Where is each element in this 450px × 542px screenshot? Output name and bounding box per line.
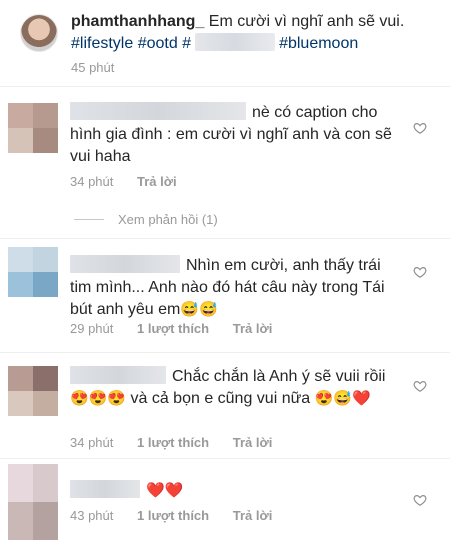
comment-time: 34 phút bbox=[70, 435, 114, 450]
comment-emoji: ❤️❤️ bbox=[146, 482, 184, 499]
heart-outline-icon[interactable] bbox=[413, 121, 427, 135]
comment-body-continued: và cả bọn e cũng vui nữa bbox=[130, 390, 311, 407]
poster-username[interactable]: phamthanhhang_ bbox=[71, 13, 204, 30]
reply-button[interactable]: Trả lời bbox=[137, 174, 177, 189]
reply-button[interactable]: Trả lời bbox=[233, 435, 273, 450]
comment-item: Nhìn em cười, anh thấy trái tim mình... … bbox=[0, 244, 450, 344]
caption-text: phamthanhhang_ Em cười vì nghĩ anh sẽ vu… bbox=[71, 11, 431, 55]
heart-outline-icon[interactable] bbox=[413, 379, 427, 393]
caption-hashtags[interactable]: #lifestyle #ootd # bbox=[71, 35, 191, 52]
commenter-name-blurred[interactable] bbox=[70, 480, 140, 498]
commenter-name-blurred[interactable] bbox=[70, 102, 246, 120]
comment-text-line: nè có caption bbox=[252, 104, 348, 121]
comment-time: 34 phút bbox=[70, 174, 114, 189]
caption-timestamp: 45 phút bbox=[71, 60, 115, 75]
caption-hashtag-bluemoon[interactable]: #bluemoon bbox=[279, 35, 358, 52]
comment-meta: 34 phút Trả lời bbox=[70, 174, 197, 189]
divider bbox=[0, 86, 450, 87]
comment-body: Chắc chắn là Anh ý sẽ vuii rồii bbox=[172, 368, 386, 385]
comment-item: ❤️❤️ 43 phút 1 lượt thích Trả lời bbox=[0, 462, 450, 542]
commenter-avatar[interactable] bbox=[8, 464, 58, 540]
divider bbox=[0, 458, 450, 459]
caption-body: Em cười vì nghĩ anh sẽ vui. bbox=[208, 13, 405, 30]
comment-text: ❤️❤️ bbox=[70, 480, 400, 502]
comment-emoji: 😍😍😍 bbox=[70, 390, 127, 407]
caption-block: phamthanhhang_ Em cười vì nghĩ anh sẽ vu… bbox=[0, 0, 450, 86]
comment-emoji-end: 😍😅❤️ bbox=[314, 390, 371, 407]
comment-time: 43 phút bbox=[70, 508, 114, 523]
heart-outline-icon[interactable] bbox=[413, 265, 427, 279]
comment-item: nè có caption cho hình gia đình : em cườ… bbox=[0, 97, 450, 197]
comment-meta: 34 phút 1 lượt thích Trả lời bbox=[70, 435, 292, 450]
comment-item: Chắc chắn là Anh ý sẽ vuii rồii 😍😍😍 và c… bbox=[0, 357, 450, 457]
divider bbox=[0, 238, 450, 239]
reply-button[interactable]: Trả lời bbox=[233, 321, 273, 336]
poster-avatar[interactable] bbox=[20, 14, 58, 52]
heart-outline-icon[interactable] bbox=[413, 493, 427, 507]
blurred-hashtag bbox=[195, 33, 276, 51]
divider bbox=[0, 352, 450, 353]
comment-meta: 43 phút 1 lượt thích Trả lời bbox=[70, 508, 292, 523]
comment-text: nè có caption cho hình gia đình : em cườ… bbox=[70, 102, 400, 168]
comment-text: Chắc chắn là Anh ý sẽ vuii rồii 😍😍😍 và c… bbox=[70, 366, 400, 410]
reply-button[interactable]: Trả lời bbox=[233, 508, 273, 523]
comment-emoji: 😅😅 bbox=[180, 301, 218, 318]
comment-time: 29 phút bbox=[70, 321, 114, 336]
view-replies-link[interactable]: Xem phản hồi (1) bbox=[74, 212, 218, 227]
commenter-name-blurred[interactable] bbox=[70, 255, 180, 273]
view-replies-line bbox=[74, 219, 104, 220]
comment-meta: 29 phút 1 lượt thích Trả lời bbox=[70, 321, 292, 336]
likes-count[interactable]: 1 lượt thích bbox=[137, 508, 209, 523]
commenter-avatar[interactable] bbox=[8, 103, 58, 153]
commenter-avatar[interactable] bbox=[8, 247, 58, 297]
comment-text: Nhìn em cười, anh thấy trái tim mình... … bbox=[70, 255, 400, 321]
commenter-avatar[interactable] bbox=[8, 366, 58, 416]
likes-count[interactable]: 1 lượt thích bbox=[137, 435, 209, 450]
commenter-name-blurred[interactable] bbox=[70, 366, 166, 384]
likes-count[interactable]: 1 lượt thích bbox=[137, 321, 209, 336]
view-replies-label: Xem phản hồi (1) bbox=[118, 212, 218, 227]
